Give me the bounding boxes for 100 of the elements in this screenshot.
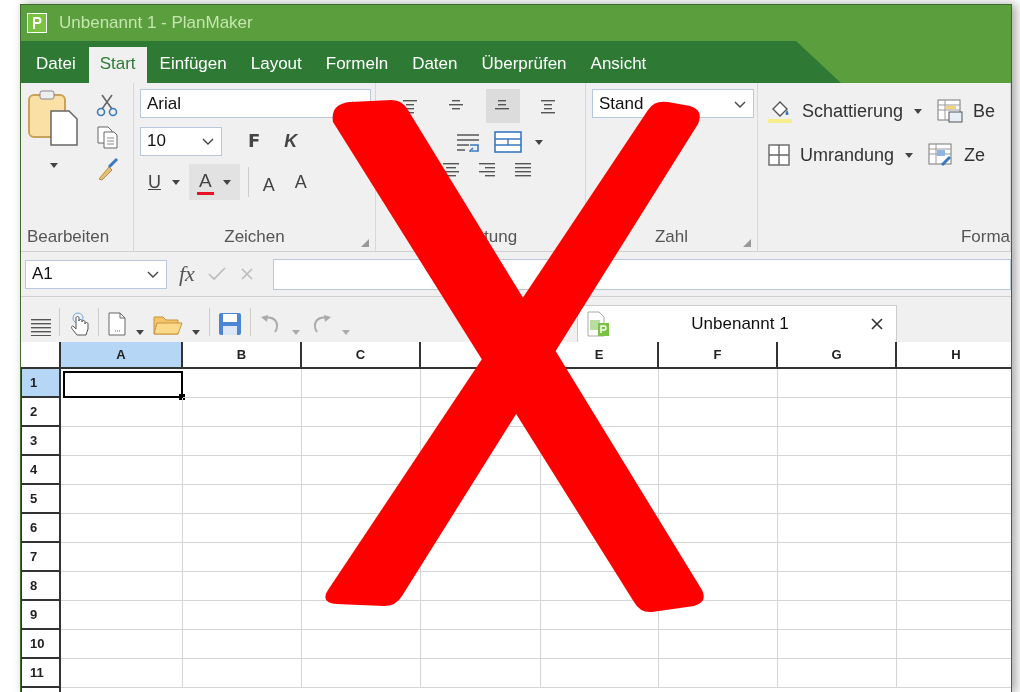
caret-icon[interactable] xyxy=(221,178,232,186)
grid-cell[interactable] xyxy=(659,369,778,398)
copy-icon[interactable] xyxy=(96,125,118,149)
row-header[interactable]: 8 xyxy=(21,572,61,601)
grid-cell[interactable] xyxy=(659,630,778,659)
justify-icon[interactable] xyxy=(514,161,532,179)
grid-cell[interactable] xyxy=(659,485,778,514)
conditional-format-button[interactable]: Be xyxy=(937,99,996,123)
wrap-text-icon[interactable] xyxy=(456,132,482,152)
folder-icon[interactable] xyxy=(153,314,183,336)
column-header[interactable]: B xyxy=(183,342,302,369)
grid-cell[interactable] xyxy=(183,398,302,427)
ribbon-tab[interactable]: Formeln xyxy=(314,47,400,83)
caret-icon[interactable] xyxy=(191,328,201,336)
column-header[interactable]: G xyxy=(778,342,897,369)
row-header[interactable]: 7 xyxy=(21,543,61,572)
row-header[interactable]: 9 xyxy=(21,601,61,630)
fill-handle[interactable] xyxy=(179,394,185,400)
italic-button[interactable]: K xyxy=(276,126,306,156)
grid-cell[interactable] xyxy=(183,485,302,514)
active-cell[interactable] xyxy=(63,371,183,398)
grow-font-button[interactable]: A xyxy=(256,164,281,200)
function-button[interactable]: fx xyxy=(179,261,195,287)
row-header[interactable]: 10 xyxy=(21,630,61,659)
close-icon[interactable] xyxy=(870,317,884,331)
row-header[interactable]: 1 xyxy=(21,369,61,398)
grid-cell[interactable] xyxy=(61,398,183,427)
grid-cell[interactable] xyxy=(778,572,897,601)
row-header[interactable]: 5 xyxy=(21,485,61,514)
ribbon-tab[interactable]: Datei xyxy=(25,47,87,83)
bold-button[interactable]: F xyxy=(240,126,269,156)
row-header[interactable]: 4 xyxy=(21,456,61,485)
column-header[interactable]: C xyxy=(302,342,421,369)
column-header[interactable]: F xyxy=(659,342,778,369)
scissors-icon[interactable] xyxy=(96,93,118,117)
grid-cell[interactable] xyxy=(61,485,183,514)
shading-button[interactable]: Schattierung xyxy=(768,99,924,123)
grid-cell[interactable] xyxy=(61,659,183,688)
grid-cell[interactable] xyxy=(61,427,183,456)
grid-cell[interactable] xyxy=(778,514,897,543)
ribbon-tab[interactable]: Ansicht xyxy=(579,47,658,83)
grid-cell[interactable] xyxy=(183,630,302,659)
grid-cell[interactable] xyxy=(778,630,897,659)
grid-cell[interactable] xyxy=(659,398,778,427)
caret-icon[interactable] xyxy=(49,161,59,169)
ribbon-tab[interactable]: Überprüfen xyxy=(470,47,578,83)
grid-cell[interactable] xyxy=(778,543,897,572)
row-header[interactable]: 11 xyxy=(21,659,61,688)
caret-icon[interactable] xyxy=(534,138,544,146)
grid-cell[interactable] xyxy=(183,543,302,572)
caret-icon[interactable] xyxy=(171,178,181,186)
grid-cell[interactable] xyxy=(659,659,778,688)
grid-cell[interactable] xyxy=(421,572,541,601)
column-header[interactable]: A xyxy=(61,342,183,369)
row-header[interactable]: 3 xyxy=(21,427,61,456)
grid-cell[interactable] xyxy=(778,369,897,398)
grid-cell[interactable] xyxy=(61,543,183,572)
cell-format-button[interactable]: Ze xyxy=(928,143,986,167)
ribbon-tab[interactable]: Start xyxy=(88,47,147,83)
grid-cell[interactable] xyxy=(778,601,897,630)
dialog-launcher-icon[interactable] xyxy=(361,239,369,247)
font-color-button[interactable]: A xyxy=(189,164,240,200)
font-size-dropdown[interactable]: 10 xyxy=(140,126,222,156)
align-right-icon[interactable] xyxy=(478,161,496,179)
grid-cell[interactable] xyxy=(183,514,302,543)
grid-cell[interactable] xyxy=(61,572,183,601)
row-header[interactable]: 6 xyxy=(21,514,61,543)
ribbon-tab[interactable]: Daten xyxy=(401,47,469,83)
border-button[interactable]: Umrandung xyxy=(768,144,915,166)
grid-cell[interactable] xyxy=(302,659,421,688)
new-document-icon[interactable] xyxy=(107,312,127,336)
grid-cell[interactable] xyxy=(183,659,302,688)
document-tab[interactable]: Unbenannt 1 xyxy=(577,305,897,342)
ribbon-tab[interactable]: Einfügen xyxy=(148,47,238,83)
grid-cell[interactable] xyxy=(183,427,302,456)
grid-cell[interactable] xyxy=(778,427,897,456)
align-icon[interactable] xyxy=(486,89,520,123)
grid-cell[interactable] xyxy=(302,369,421,398)
dialog-launcher-icon[interactable] xyxy=(743,239,751,247)
grid-cell[interactable] xyxy=(421,601,541,630)
grid-cell[interactable] xyxy=(183,572,302,601)
paste-icon[interactable] xyxy=(27,89,81,147)
grid-cell[interactable] xyxy=(421,630,541,659)
menu-icon[interactable] xyxy=(31,318,51,336)
underline-button[interactable]: U xyxy=(140,167,163,197)
shrink-font-button[interactable]: A xyxy=(288,167,313,197)
grid-cell[interactable] xyxy=(778,456,897,485)
grid-cell[interactable] xyxy=(659,456,778,485)
row-header[interactable]: 2 xyxy=(21,398,61,427)
grid-cell[interactable] xyxy=(778,659,897,688)
check-icon[interactable] xyxy=(206,266,227,282)
grid-cell[interactable] xyxy=(421,659,541,688)
save-icon[interactable] xyxy=(218,312,242,336)
merge-cells-icon[interactable] xyxy=(494,131,522,153)
ribbon-tab[interactable]: Layout xyxy=(239,47,313,83)
grid-cell[interactable] xyxy=(541,659,659,688)
grid-cell[interactable] xyxy=(61,514,183,543)
select-all-corner[interactable] xyxy=(21,342,61,369)
brush-icon[interactable] xyxy=(95,157,119,181)
grid-cell[interactable] xyxy=(183,456,302,485)
